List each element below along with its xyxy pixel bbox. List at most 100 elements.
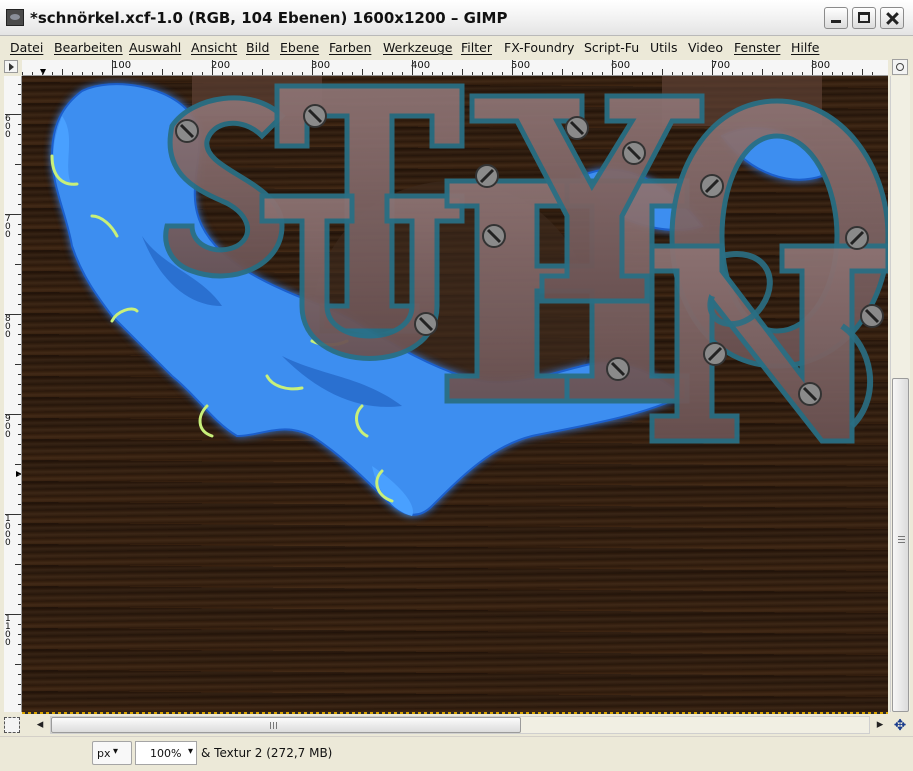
ruler-tick	[612, 60, 613, 75]
ruler-tick	[18, 494, 21, 495]
ruler-tick	[18, 424, 21, 425]
menu-datei[interactable]: Datei	[10, 40, 43, 55]
ruler-tick	[18, 144, 21, 145]
ruler-tick	[112, 60, 113, 75]
ruler-tick	[5, 614, 21, 615]
vertical-ruler[interactable]: 600 700 800 900 1000 1100	[4, 76, 22, 712]
ruler-label: 600	[5, 114, 11, 140]
image-menu-button[interactable]	[4, 60, 18, 73]
ruler-tick	[552, 72, 553, 75]
ruler-tick	[622, 72, 623, 75]
ruler-tick	[18, 394, 21, 395]
scroll-right-arrow-icon[interactable]: ▸	[872, 716, 888, 734]
quick-mask-toggle[interactable]	[4, 717, 20, 733]
menu-fenster[interactable]: Fenster	[734, 40, 780, 55]
horizontal-scroll-row: ◂ ▸ ✥	[0, 714, 913, 736]
horizontal-scrollbar-thumb[interactable]	[51, 717, 521, 733]
ruler-tick	[152, 72, 153, 75]
ruler-tick	[18, 444, 21, 445]
ruler-tick	[142, 72, 143, 75]
ruler-tick	[682, 72, 683, 75]
ruler-tick	[42, 72, 43, 75]
ruler-tick	[232, 72, 233, 75]
menu-utils[interactable]: Utils	[650, 40, 678, 55]
ruler-tick	[52, 72, 53, 75]
ruler-label: 1000	[5, 514, 11, 548]
unit-select-value: px	[97, 747, 111, 760]
menu-script-fu[interactable]: Script-Fu	[584, 40, 639, 55]
ruler-tick	[562, 69, 563, 75]
ruler-tick	[18, 684, 21, 685]
zoom-combo[interactable]: 100% ▾	[135, 741, 197, 765]
menu-fx-foundry[interactable]: FX-Foundry	[504, 40, 574, 55]
menu-bar: Datei Bearbeiten Auswahl Ansicht Bild Eb…	[0, 36, 913, 58]
ruler-tick	[18, 154, 21, 155]
ruler-tick	[18, 504, 21, 505]
horizontal-scrollbar[interactable]	[50, 716, 870, 734]
ruler-label: 700	[711, 60, 731, 71]
ruler-label: 1100	[5, 614, 11, 648]
ruler-tick	[22, 72, 23, 75]
ruler-tick	[472, 72, 473, 75]
ruler-tick	[182, 72, 183, 75]
menu-bearbeiten[interactable]: Bearbeiten	[54, 40, 123, 55]
close-button[interactable]	[880, 7, 904, 29]
ruler-tick	[18, 524, 21, 525]
status-bar: px ▾ 100% ▾ & Textur 2 (272,7 MB)	[0, 736, 913, 771]
menu-ansicht[interactable]: Ansicht	[191, 40, 237, 55]
ruler-tick	[382, 72, 383, 75]
ruler-tick	[462, 69, 463, 75]
menu-auswahl[interactable]: Auswahl	[129, 40, 181, 55]
gimp-icon[interactable]	[6, 9, 24, 26]
menu-farben[interactable]: Farben	[329, 40, 371, 55]
minimize-button[interactable]	[824, 7, 848, 29]
ruler-tick	[18, 384, 21, 385]
ruler-tick	[452, 72, 453, 75]
ruler-tick	[18, 354, 21, 355]
ruler-tick	[18, 374, 21, 375]
artwork	[50, 76, 888, 516]
zoom-value: 100%	[150, 747, 182, 760]
ruler-tick	[242, 72, 243, 75]
zoom-image-icon[interactable]	[892, 59, 908, 75]
ruler-tick	[18, 324, 21, 325]
vertical-scrollbar-thumb[interactable]	[892, 378, 909, 712]
vertical-scrollbar[interactable]	[890, 76, 910, 712]
ruler-tick	[18, 294, 21, 295]
ruler-tick	[282, 72, 283, 75]
ruler-tick	[512, 60, 513, 75]
ruler-tick	[842, 72, 843, 75]
scrollbar-grip	[898, 536, 905, 543]
ruler-tick	[18, 594, 21, 595]
image-canvas[interactable]	[22, 76, 888, 712]
menu-werkzeuge[interactable]: Werkzeuge	[383, 40, 453, 55]
menu-ebene[interactable]: Ebene	[280, 40, 319, 55]
ruler-tick	[18, 604, 21, 605]
ruler-tick	[722, 72, 723, 75]
scroll-left-arrow-icon[interactable]: ◂	[32, 716, 48, 734]
maximize-button[interactable]	[852, 7, 876, 29]
navigate-icon[interactable]: ✥	[892, 717, 908, 733]
menu-bild[interactable]: Bild	[246, 40, 269, 55]
horizontal-ruler[interactable]: 100 200 300 400 500 600 700 800	[22, 60, 888, 76]
menu-filter[interactable]: Filter	[461, 40, 492, 55]
ruler-label: 400	[411, 60, 431, 71]
pointer-position-marker	[40, 69, 46, 75]
ruler-tick	[602, 72, 603, 75]
unit-select[interactable]: px ▾	[92, 741, 132, 765]
ruler-tick	[772, 72, 773, 75]
ruler-label: 500	[511, 60, 531, 71]
ruler-tick	[692, 72, 693, 75]
ruler-tick	[292, 72, 293, 75]
ruler-tick	[18, 704, 21, 705]
menu-video[interactable]: Video	[688, 40, 723, 55]
ruler-tick	[18, 484, 21, 485]
ruler-tick	[5, 314, 21, 315]
ruler-tick	[15, 464, 21, 465]
ruler-tick	[332, 72, 333, 75]
ruler-tick	[18, 344, 21, 345]
ruler-tick	[18, 204, 21, 205]
ruler-tick	[5, 114, 21, 115]
menu-hilfe[interactable]: Hilfe	[791, 40, 819, 55]
ruler-tick	[192, 72, 193, 75]
